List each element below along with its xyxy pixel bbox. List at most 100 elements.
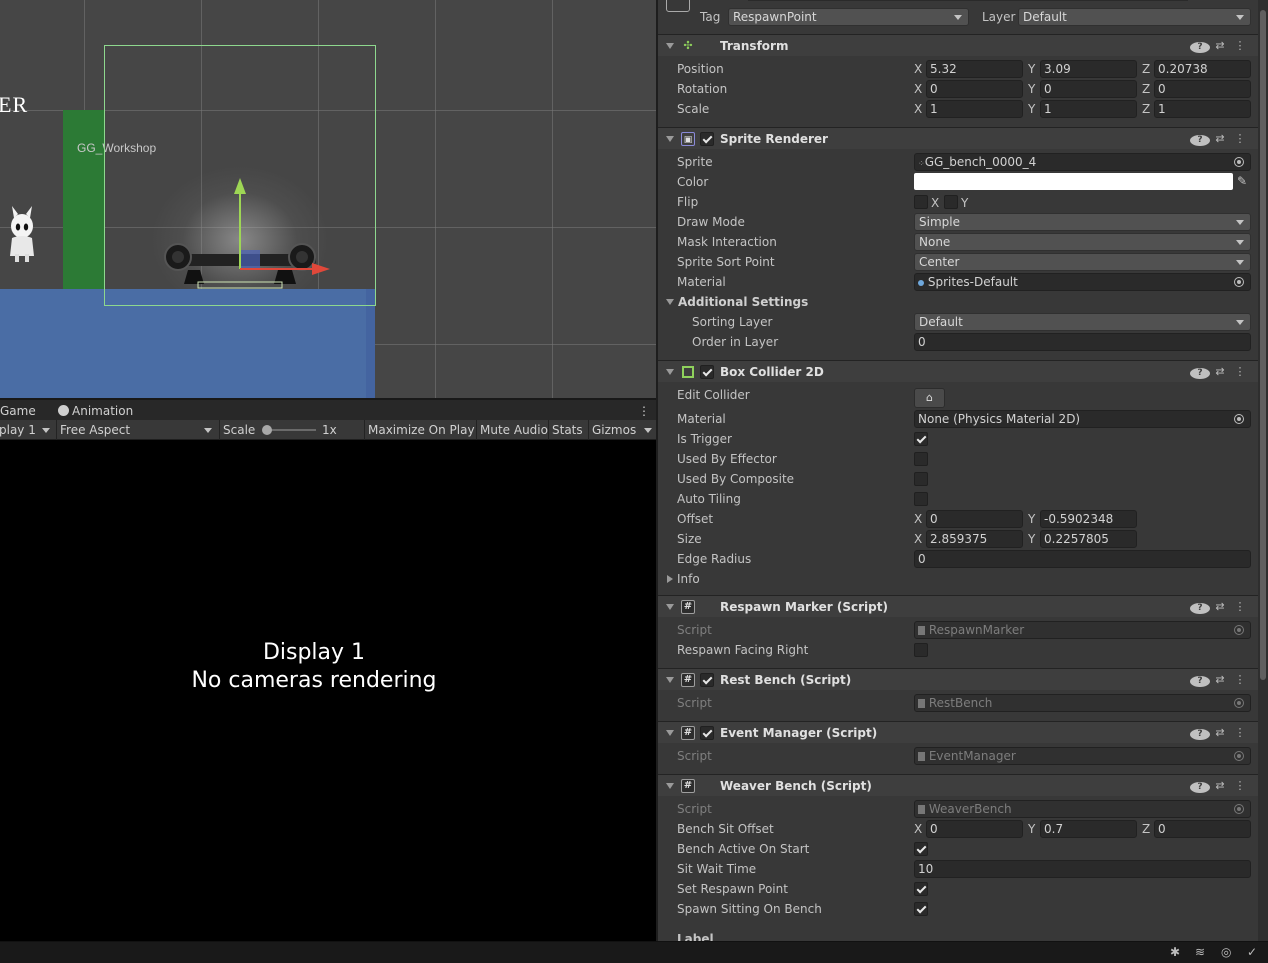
weaver-bench-header[interactable]: # Weaver Bench (Script) ? ⇄ ⋮ — [658, 774, 1260, 796]
context-menu-icon[interactable]: ⋮ — [1230, 600, 1250, 613]
display-select[interactable]: play 1 — [0, 420, 54, 440]
help-icon[interactable]: ? — [1190, 39, 1210, 53]
sprite-sort-point-dropdown[interactable]: Center — [914, 253, 1251, 271]
presets-icon[interactable]: ⇄ — [1210, 132, 1230, 145]
draw-mode-dropdown[interactable]: Simple — [914, 213, 1251, 231]
event-manager-header[interactable]: # Event Manager (Script) ? ⇄ ⋮ — [658, 721, 1260, 743]
material-object-field[interactable]: Sprites-Default — [914, 273, 1251, 291]
offset-y-field[interactable]: -0.5902348 — [1040, 510, 1137, 528]
rotation-x-field[interactable]: 0 — [926, 80, 1023, 98]
help-icon[interactable]: ? — [1190, 779, 1210, 793]
presets-icon[interactable]: ⇄ — [1210, 726, 1230, 739]
size-y-field[interactable]: 0.2257805 — [1040, 530, 1137, 548]
object-picker-icon[interactable] — [1234, 414, 1244, 424]
sit-wait-time-field[interactable]: 10 — [914, 860, 1251, 878]
bench-active-checkbox[interactable] — [914, 842, 928, 856]
mask-interaction-dropdown[interactable]: None — [914, 233, 1251, 251]
scale-z-field[interactable]: 1 — [1154, 100, 1251, 118]
rotation-z-field[interactable]: 0 — [1154, 80, 1251, 98]
name-field-edge[interactable] — [748, 0, 1188, 1]
rest-bench-header[interactable]: # Rest Bench (Script) ? ⇄ ⋮ — [658, 668, 1260, 690]
foldout-arrow-icon[interactable] — [666, 783, 674, 789]
foldout-arrow-icon[interactable] — [666, 730, 674, 736]
position-x-field[interactable]: 5.32 — [926, 60, 1023, 78]
auto-generate-lighting-icon[interactable]: ◎ — [1221, 945, 1231, 959]
foldout-arrow-icon[interactable] — [666, 43, 674, 49]
flip-y-checkbox[interactable] — [944, 195, 958, 209]
scale-slider-handle[interactable] — [262, 425, 272, 435]
offset-x-field[interactable]: 0 — [926, 510, 1023, 528]
help-icon[interactable]: ? — [1190, 600, 1210, 614]
gameobject-icon[interactable] — [666, 0, 690, 12]
event-manager-enabled-checkbox[interactable] — [700, 726, 714, 740]
position-y-field[interactable]: 3.09 — [1040, 60, 1137, 78]
context-menu-icon[interactable]: ⋮ — [1230, 779, 1250, 792]
aspect-select[interactable]: Free Aspect — [56, 420, 216, 440]
order-in-layer-field[interactable]: 0 — [914, 333, 1251, 351]
sit-offset-x-field[interactable]: 0 — [926, 820, 1023, 838]
eyedropper-icon[interactable]: ✎ — [1237, 174, 1251, 188]
debug-icon[interactable]: ✱ — [1170, 945, 1180, 959]
move-gizmo[interactable] — [230, 176, 340, 276]
maximize-on-play-toggle[interactable]: Maximize On Play — [364, 420, 478, 440]
object-picker-icon[interactable] — [1234, 277, 1244, 287]
collider-material-field[interactable]: None (Physics Material 2D) — [914, 410, 1251, 428]
gizmos-dropdown[interactable]: Gizmos — [588, 420, 656, 440]
is-trigger-checkbox[interactable] — [914, 432, 928, 446]
scale-x-field[interactable]: 1 — [926, 100, 1023, 118]
check-circle-icon[interactable]: ✓ — [1247, 945, 1257, 959]
tag-dropdown[interactable]: RespawnPoint — [728, 8, 969, 26]
sprite-object-field[interactable]: ⁘GG_bench_0000_4 — [914, 153, 1251, 171]
inspector-scrollbar[interactable] — [1258, 0, 1268, 941]
rest-bench-enabled-checkbox[interactable] — [700, 673, 714, 687]
sprite-renderer-enabled-checkbox[interactable] — [700, 132, 714, 146]
presets-icon[interactable]: ⇄ — [1210, 779, 1230, 792]
game-view[interactable]: Display 1 No cameras rendering — [0, 440, 656, 941]
foldout-arrow-icon[interactable] — [666, 677, 674, 683]
help-icon[interactable]: ? — [1190, 673, 1210, 687]
mute-audio-toggle[interactable]: Mute Audio — [476, 420, 551, 440]
flip-x-checkbox[interactable] — [914, 195, 928, 209]
used-by-effector-checkbox[interactable] — [914, 452, 928, 466]
additional-settings-foldout[interactable]: Additional Settings — [678, 295, 808, 309]
help-icon[interactable]: ? — [1190, 132, 1210, 146]
set-respawn-point-checkbox[interactable] — [914, 882, 928, 896]
tab-animation[interactable]: Animation — [58, 402, 133, 420]
knight-sprite[interactable] — [8, 204, 38, 264]
help-icon[interactable]: ? — [1190, 365, 1210, 379]
foldout-arrow-icon[interactable] — [666, 604, 674, 610]
respawn-facing-right-checkbox[interactable] — [914, 643, 928, 657]
presets-icon[interactable]: ⇄ — [1210, 600, 1230, 613]
scene-view[interactable]: ER GG_Workshop — [0, 0, 656, 398]
help-icon[interactable]: ? — [1190, 726, 1210, 740]
edit-collider-button[interactable]: ⌂ — [914, 388, 945, 408]
foldout-arrow-icon[interactable] — [667, 575, 673, 583]
object-picker-icon[interactable] — [1234, 157, 1244, 167]
context-menu-icon[interactable]: ⋮ — [1230, 726, 1250, 739]
info-foldout[interactable]: Info — [677, 572, 700, 586]
presets-icon[interactable]: ⇄ — [1210, 365, 1230, 378]
sprite-renderer-header[interactable]: ▣ Sprite Renderer ? ⇄ ⋮ — [658, 127, 1260, 149]
respawn-marker-header[interactable]: # Respawn Marker (Script) ? ⇄ ⋮ — [658, 595, 1260, 617]
size-x-field[interactable]: 2.859375 — [926, 530, 1023, 548]
presets-icon[interactable]: ⇄ — [1210, 39, 1230, 52]
foldout-arrow-icon[interactable] — [666, 369, 674, 375]
color-swatch[interactable] — [914, 173, 1233, 190]
stats-toggle[interactable]: Stats — [548, 420, 586, 440]
position-z-field[interactable]: 0.20738 — [1154, 60, 1251, 78]
more-menu-icon[interactable]: ⋮ — [638, 402, 650, 420]
rotation-y-field[interactable]: 0 — [1040, 80, 1137, 98]
box-collider-enabled-checkbox[interactable] — [700, 365, 714, 379]
tab-game[interactable]: Game — [0, 402, 40, 420]
auto-tiling-checkbox[interactable] — [914, 492, 928, 506]
used-by-composite-checkbox[interactable] — [914, 472, 928, 486]
edge-radius-field[interactable]: 0 — [914, 550, 1251, 568]
context-menu-icon[interactable]: ⋮ — [1230, 132, 1250, 145]
foldout-arrow-icon[interactable] — [666, 136, 674, 142]
scale-y-field[interactable]: 1 — [1040, 100, 1137, 118]
wall-block[interactable] — [63, 110, 105, 289]
context-menu-icon[interactable]: ⋮ — [1230, 39, 1250, 52]
layer-dropdown[interactable]: Default — [1018, 8, 1251, 26]
context-menu-icon[interactable]: ⋮ — [1230, 365, 1250, 378]
context-menu-icon[interactable]: ⋮ — [1230, 673, 1250, 686]
